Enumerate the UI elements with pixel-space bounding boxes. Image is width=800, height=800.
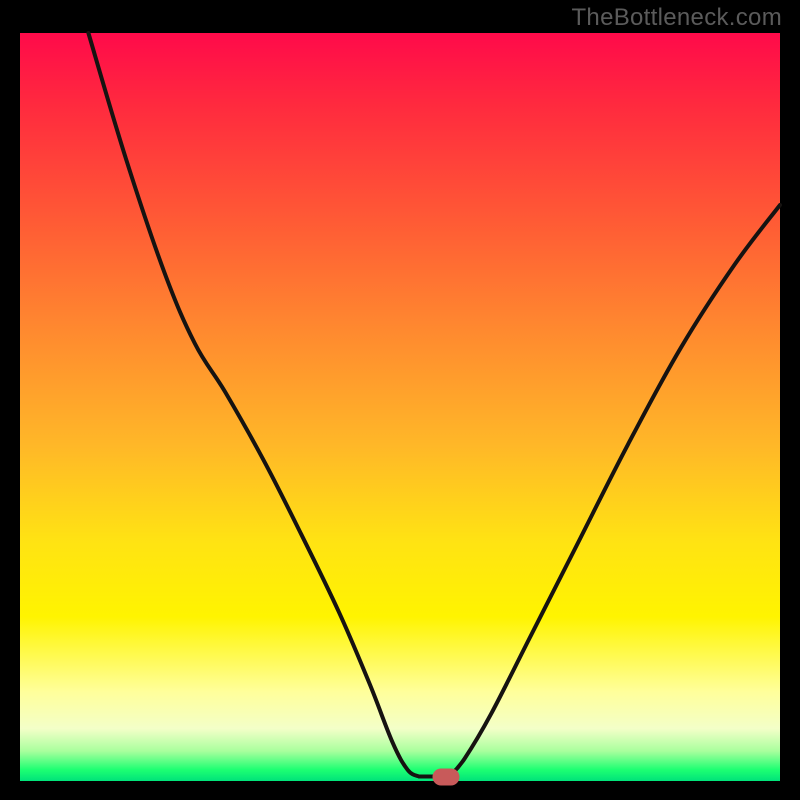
curve-path (88, 33, 780, 778)
bottleneck-curve (20, 33, 780, 781)
plot-area (20, 33, 780, 781)
optimum-marker (432, 768, 459, 785)
watermark-text: TheBottleneck.com (571, 4, 782, 32)
figure-frame: TheBottleneck.com (0, 0, 800, 800)
